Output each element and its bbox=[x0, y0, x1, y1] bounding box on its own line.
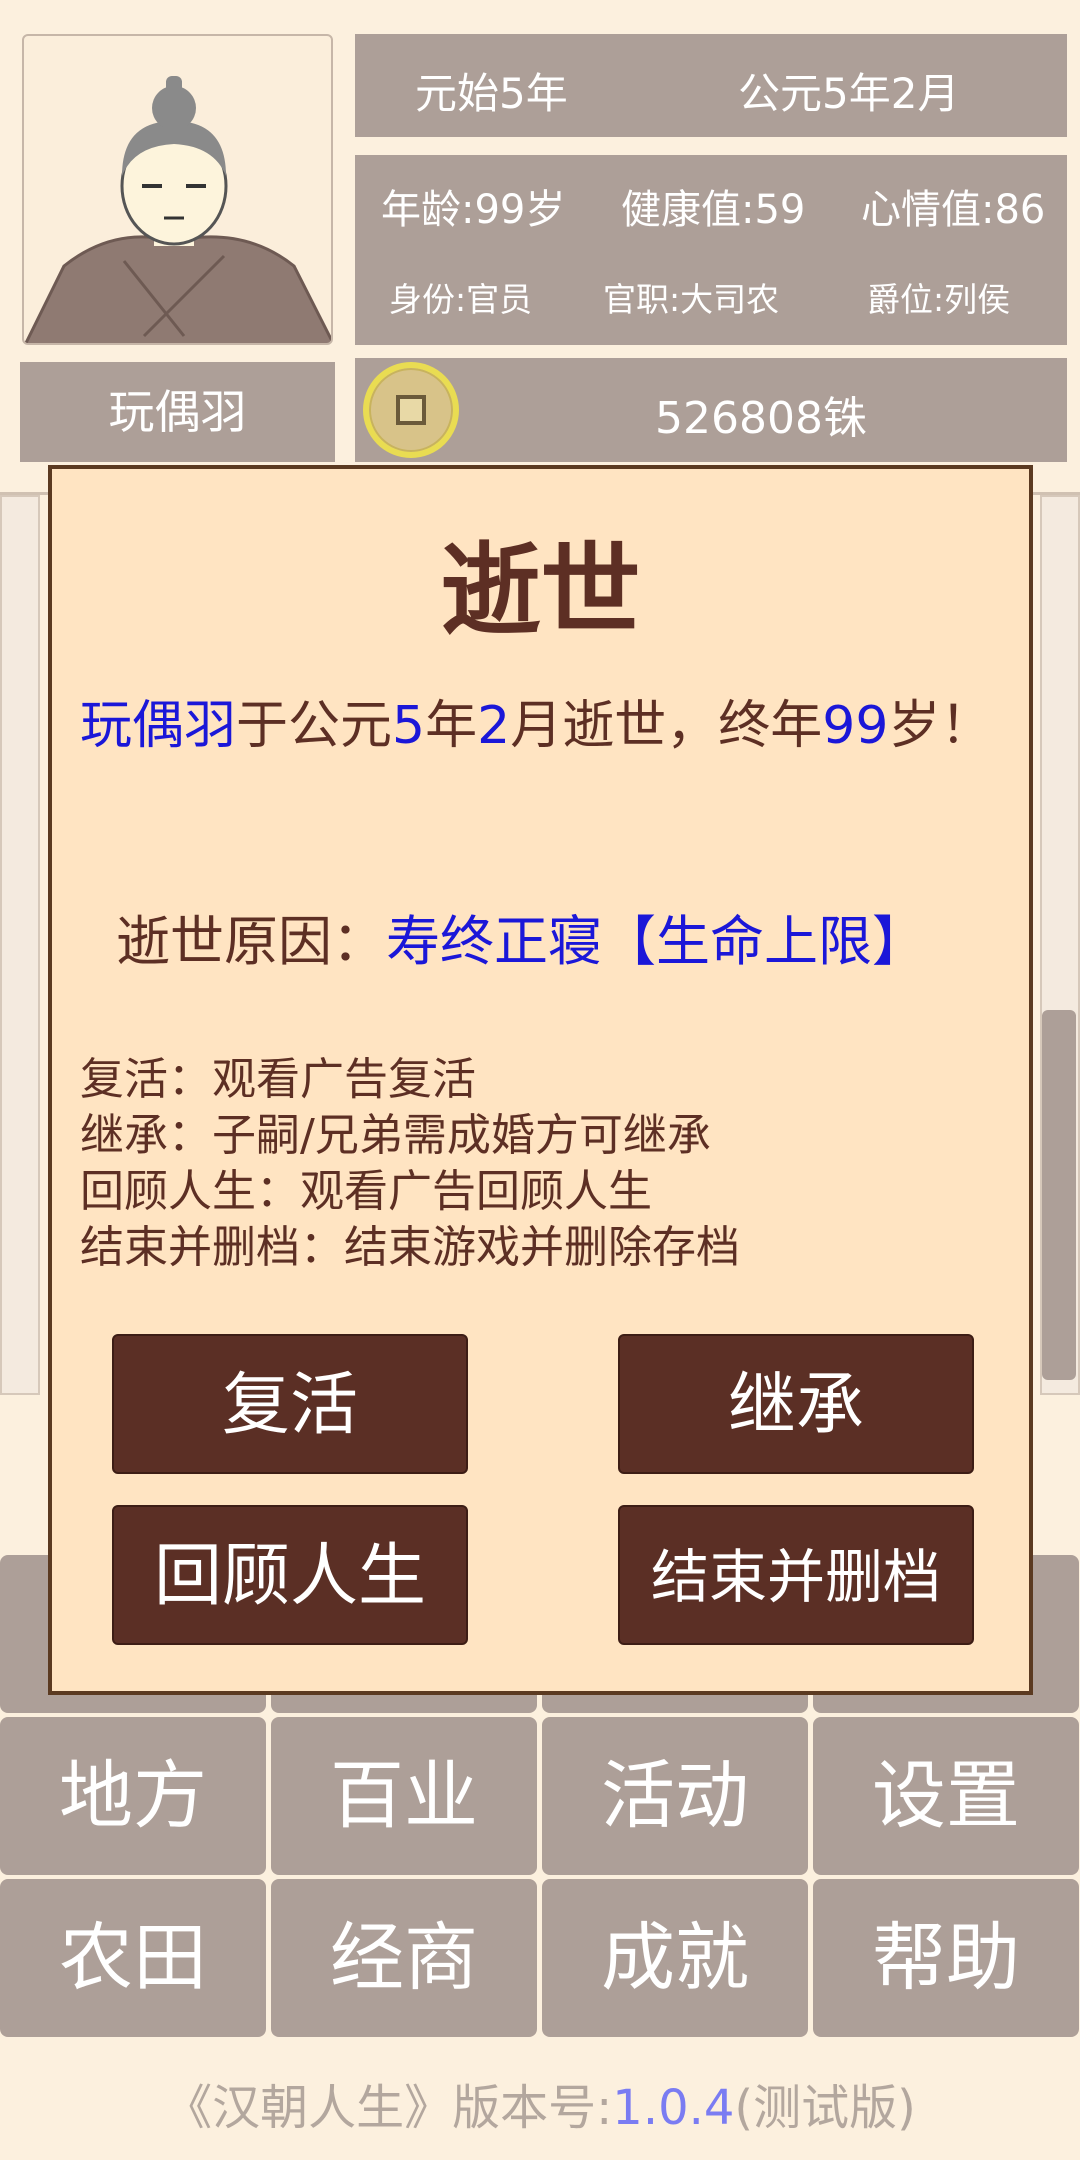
noble-rank-stat: 爵位:列侯 bbox=[867, 280, 1011, 319]
explain-end-delete: 结束并删档：结束游戏并删除存档 bbox=[80, 1222, 740, 1273]
death-message: 玩偶羽于公元5年2月逝世，终年99岁！ bbox=[80, 691, 1020, 761]
menu-local[interactable]: 地方 bbox=[0, 1717, 266, 1875]
scrollbar-thumb[interactable] bbox=[1042, 1010, 1076, 1380]
coin-icon bbox=[363, 362, 459, 458]
message-text: 岁！ bbox=[888, 696, 993, 756]
end-and-delete-button[interactable]: 结束并删档 bbox=[618, 1505, 974, 1645]
player-name[interactable]: 玩偶羽 bbox=[20, 362, 335, 462]
message-age: 99 bbox=[822, 696, 889, 756]
message-text: 年 bbox=[425, 696, 478, 756]
mood-stat: 心情值:86 bbox=[861, 187, 1046, 233]
content-area-left-edge bbox=[0, 495, 40, 1395]
version-number: 1.0.4 bbox=[612, 2080, 735, 2136]
menu-help[interactable]: 帮助 bbox=[813, 1879, 1079, 2037]
message-text: 于公元 bbox=[236, 696, 393, 756]
message-text: 月逝世，终年 bbox=[510, 696, 823, 756]
era-date: 元始5年 bbox=[415, 69, 568, 118]
footer-prefix: 《汉朝人生》版本号: bbox=[164, 2080, 613, 2136]
cause-value: 寿终正寝【生命上限】 bbox=[386, 910, 926, 973]
menu-settings[interactable]: 设置 bbox=[813, 1717, 1079, 1875]
official-post-stat: 官职:大司农 bbox=[603, 280, 780, 319]
inherit-button[interactable]: 继承 bbox=[618, 1334, 974, 1474]
explain-review: 回顾人生：观看广告回顾人生 bbox=[80, 1166, 652, 1217]
menu-activities[interactable]: 活动 bbox=[542, 1717, 808, 1875]
age-stat: 年龄:99岁 bbox=[381, 187, 566, 233]
official-figure-icon bbox=[24, 76, 331, 343]
player-portrait[interactable] bbox=[22, 34, 333, 345]
dialog-title: 逝世 bbox=[440, 532, 641, 649]
menu-farmland[interactable]: 农田 bbox=[0, 1879, 266, 2037]
cause-label: 逝世原因： bbox=[116, 910, 386, 973]
explain-inherit: 继承：子嗣/兄弟需成婚方可继承 bbox=[80, 1110, 711, 1161]
message-name: 玩偶羽 bbox=[80, 696, 237, 756]
message-month: 2 bbox=[477, 696, 511, 756]
death-dialog: 逝世 玩偶羽于公元5年2月逝世，终年99岁！ 逝世原因：寿终正寝【生命上限】 复… bbox=[48, 465, 1033, 1695]
version-footer: 《汉朝人生》版本号:1.0.4(测试版) bbox=[0, 2068, 1080, 2138]
menu-achievements[interactable]: 成就 bbox=[542, 1879, 808, 2037]
message-year: 5 bbox=[392, 696, 426, 756]
gregorian-date: 公元5年2月 bbox=[738, 69, 960, 118]
explain-revive: 复活：观看广告复活 bbox=[80, 1054, 476, 1105]
identity-stat: 身份:官员 bbox=[389, 280, 533, 319]
menu-trade[interactable]: 经商 bbox=[271, 1879, 537, 2037]
footer-suffix: (测试版) bbox=[734, 2080, 916, 2136]
death-cause: 逝世原因：寿终正寝【生命上限】 bbox=[116, 897, 926, 976]
money-bar: 526808铢 bbox=[355, 358, 1067, 462]
money-amount: 526808铢 bbox=[655, 393, 867, 444]
health-stat: 健康值:59 bbox=[621, 187, 806, 233]
option-explanations: 复活：观看广告复活 继承：子嗣/兄弟需成婚方可继承 回顾人生：观看广告回顾人生 … bbox=[80, 1052, 740, 1276]
revive-button[interactable]: 复活 bbox=[112, 1334, 468, 1474]
stats-panel: 年龄:99岁 健康值:59 心情值:86 身份:官员 官职:大司农 爵位:列侯 bbox=[355, 155, 1067, 345]
date-bar: 元始5年 公元5年2月 bbox=[355, 34, 1067, 137]
menu-industries[interactable]: 百业 bbox=[271, 1717, 537, 1875]
review-life-button[interactable]: 回顾人生 bbox=[112, 1505, 468, 1645]
